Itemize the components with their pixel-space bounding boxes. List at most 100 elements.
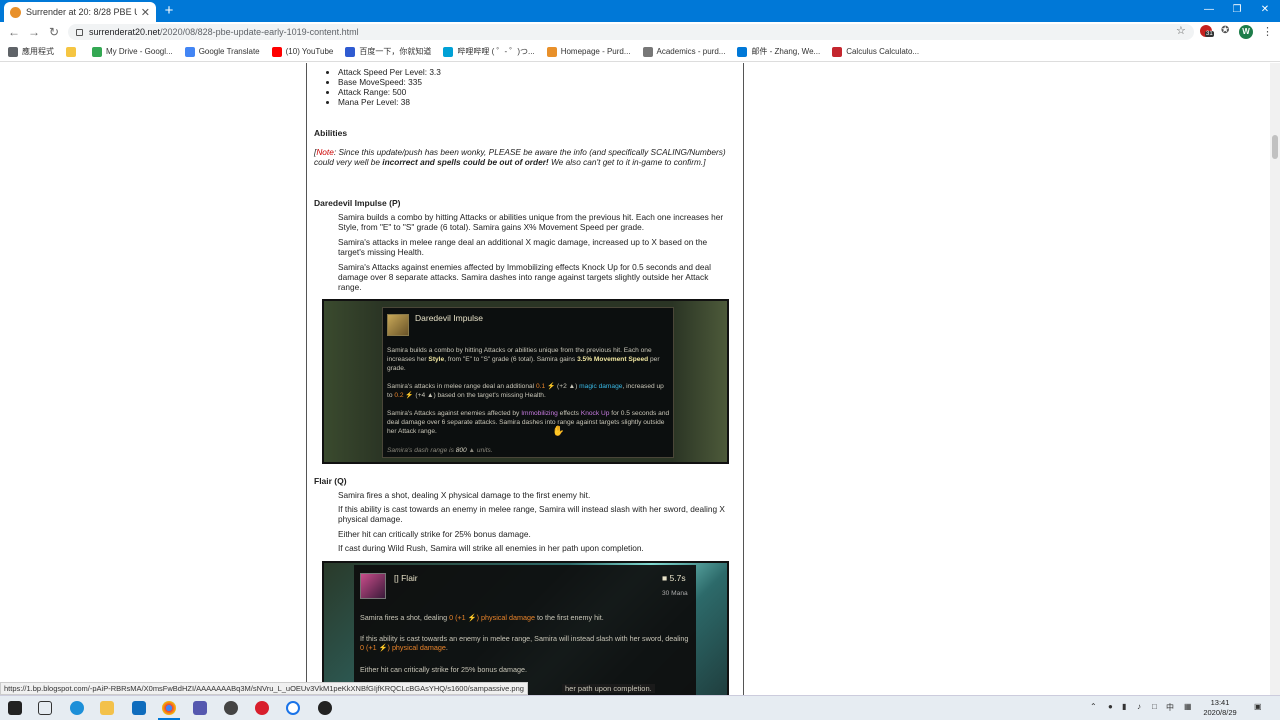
- reload-icon[interactable]: ↻: [46, 24, 62, 40]
- note-label: Note: [316, 147, 334, 157]
- bookmark-item[interactable]: My Drive - Googl...: [92, 46, 173, 57]
- tooltip-text: units.: [476, 447, 493, 454]
- bookmark-item[interactable]: 百度一下，你就知道: [345, 46, 431, 57]
- tooltip-text: Samira's attacks in melee range deal an …: [387, 383, 536, 390]
- bookmark-item[interactable]: 邮件 - Zhang, We...: [737, 46, 820, 57]
- bookmark-label: Google Translate: [198, 47, 260, 56]
- tooltip-paragraph: Samira builds a combo by hitting Attacks…: [387, 346, 671, 373]
- taskbar-clock[interactable]: 13:41 2020/8/29: [1198, 698, 1242, 718]
- bookmark-item[interactable]: Homepage - Purd...: [546, 46, 631, 57]
- file-explorer-icon[interactable]: [100, 701, 114, 715]
- bookmark-favicon-icon: [271, 46, 282, 57]
- tooltip-title: [] Flair: [394, 573, 418, 583]
- tooltip-text: (+4: [413, 392, 427, 399]
- mail-icon[interactable]: [132, 701, 146, 715]
- tray-chevron-icon[interactable]: ⌃: [1090, 702, 1097, 711]
- address-bar[interactable]: surrenderat20.net /2020/08/828-pbe-updat…: [68, 24, 1194, 40]
- tab-title: Surrender at 20: 8/28 PBE Upd…: [26, 7, 137, 17]
- teams-icon[interactable]: [193, 701, 207, 715]
- steam-icon[interactable]: [318, 701, 332, 715]
- tooltip-keyword: physical damage: [391, 643, 446, 652]
- ime-indicator[interactable]: 中: [1166, 702, 1174, 713]
- tooltip-paragraph: If this ability is cast towards an enemy…: [360, 634, 689, 652]
- stats-list: Attack Speed Per Level: 3.3 Base MoveSpe…: [338, 63, 441, 107]
- bookmark-item[interactable]: (10) YouTube: [271, 46, 333, 57]
- note-text-2: We also can't get to it in-game to confi…: [548, 157, 704, 167]
- notifications-icon[interactable]: ▣: [1254, 702, 1262, 711]
- chrome-icon[interactable]: [162, 701, 176, 715]
- tooltip-keyword: magic damage: [579, 383, 623, 390]
- back-icon[interactable]: ←: [6, 24, 22, 40]
- tooltip-text: ) based on the target's missing Health.: [433, 392, 546, 399]
- q-tooltip-image[interactable]: [] Flair ■ 5.7s 30 Mana Samira fires a s…: [322, 561, 729, 695]
- task-view-icon[interactable]: [38, 701, 52, 715]
- extension-icon[interactable]: 31: [1200, 25, 1214, 37]
- bookmark-label: Homepage - Purd...: [560, 47, 631, 56]
- bookmark-item[interactable]: [66, 46, 80, 57]
- profile-avatar[interactable]: W: [1239, 25, 1253, 39]
- new-tab-button[interactable]: +: [160, 2, 178, 20]
- netease-music-icon[interactable]: [255, 701, 269, 715]
- list-item: Attack Speed Per Level: 3.3: [338, 67, 441, 77]
- note-bold: incorrect and spells could be out of ord…: [382, 157, 549, 167]
- menu-dots-icon[interactable]: ⋮: [1262, 25, 1273, 38]
- tooltip-paragraph: Samira's Attacks against enemies affecte…: [387, 409, 671, 436]
- tooltip-paragraph: Either hit can critically strike for 25%…: [360, 665, 527, 674]
- minimize-icon[interactable]: —: [1194, 0, 1224, 22]
- mana-cost: 30 Mana: [662, 590, 688, 597]
- q-paragraph: Samira fires a shot, dealing X physical …: [338, 490, 591, 500]
- bookmark-star-icon[interactable]: ☆: [1176, 24, 1186, 37]
- settings-gear-icon[interactable]: [224, 701, 238, 715]
- game-background: [324, 301, 384, 462]
- bookmark-item[interactable]: Google Translate: [184, 46, 260, 57]
- forward-icon[interactable]: →: [26, 24, 42, 40]
- window-title-bar: Surrender at 20: 8/28 PBE Upd… ✕ + — ❐ ✕: [0, 0, 1280, 22]
- ad-icon: ⚡): [465, 613, 482, 622]
- network-icon[interactable]: □: [1152, 702, 1157, 711]
- browser-tab[interactable]: Surrender at 20: 8/28 PBE Upd… ✕: [4, 2, 156, 22]
- cooldown-icon: ■: [662, 573, 670, 583]
- bookmark-item[interactable]: Academics - purd...: [642, 46, 725, 57]
- clock-time: 13:41: [1210, 698, 1230, 707]
- tooltip-paragraph: Samira fires a shot, dealing 0 (+1 ⚡) ph…: [360, 613, 690, 622]
- q-tooltip-tail-text: her path upon completion.: [562, 684, 655, 693]
- edge-icon[interactable]: [70, 701, 84, 715]
- extension-badge: 31: [1205, 31, 1214, 37]
- tooltip-text: effects: [557, 410, 581, 417]
- mic-icon[interactable]: ●: [1108, 702, 1113, 711]
- volume-icon[interactable]: ♪: [1137, 702, 1141, 711]
- bookmark-label: Calculus Calculato...: [846, 47, 920, 56]
- tooltip-keyword: 3.5% Movement Speed: [577, 356, 649, 363]
- battery-icon[interactable]: ▮: [1122, 702, 1126, 711]
- bookmark-item[interactable]: 應用程式: [8, 46, 54, 57]
- extensions-puzzle-icon[interactable]: ✪: [1221, 25, 1229, 36]
- q-paragraph: If this ability is cast towards an enemy…: [338, 504, 725, 524]
- flair-ability-icon: [360, 573, 386, 599]
- maximize-icon[interactable]: ❐: [1222, 0, 1252, 22]
- game-background: [672, 301, 727, 462]
- passive-ability-icon: [387, 314, 409, 336]
- bookmark-favicon-icon: [345, 46, 356, 57]
- list-item: [338, 63, 441, 67]
- close-window-icon[interactable]: ✕: [1250, 0, 1280, 22]
- tooltip-keyword: physical damage: [481, 613, 535, 622]
- tooltip-value: 0.2: [394, 392, 404, 399]
- scrollbar-thumb[interactable]: [1272, 135, 1278, 159]
- start-icon[interactable]: [8, 701, 22, 715]
- bookmark-label: 邮件 - Zhang, We...: [751, 47, 821, 56]
- keyboard-icon[interactable]: ▦: [1184, 702, 1192, 711]
- vertical-scrollbar[interactable]: [1270, 63, 1280, 695]
- note-paragraph: [Note: Since this update/push has been w…: [314, 147, 726, 167]
- tab-close-icon[interactable]: ✕: [141, 6, 150, 19]
- link-status-bubble: https://1.bp.blogspot.com/-pAiP-RBRsMA/X…: [0, 682, 528, 695]
- passive-tooltip-image[interactable]: Daredevil Impulse Samira builds a combo …: [322, 299, 729, 464]
- mouse-cursor-icon: ✋: [552, 426, 565, 437]
- tooltip-text: If this ability is cast towards an enemy…: [360, 634, 689, 643]
- ad-icon: ⚡: [545, 383, 556, 390]
- q-paragraph: Either hit can critically strike for 25%…: [338, 529, 531, 539]
- bookmark-item[interactable]: Calculus Calculato...: [832, 46, 920, 57]
- bookmark-favicon-icon: [8, 46, 18, 57]
- bookmark-item[interactable]: 哔哩哔哩 ( ゜- ゜)つ...: [443, 46, 535, 57]
- search-app-icon[interactable]: [286, 701, 300, 715]
- clock-date: 2020/8/29: [1203, 708, 1237, 717]
